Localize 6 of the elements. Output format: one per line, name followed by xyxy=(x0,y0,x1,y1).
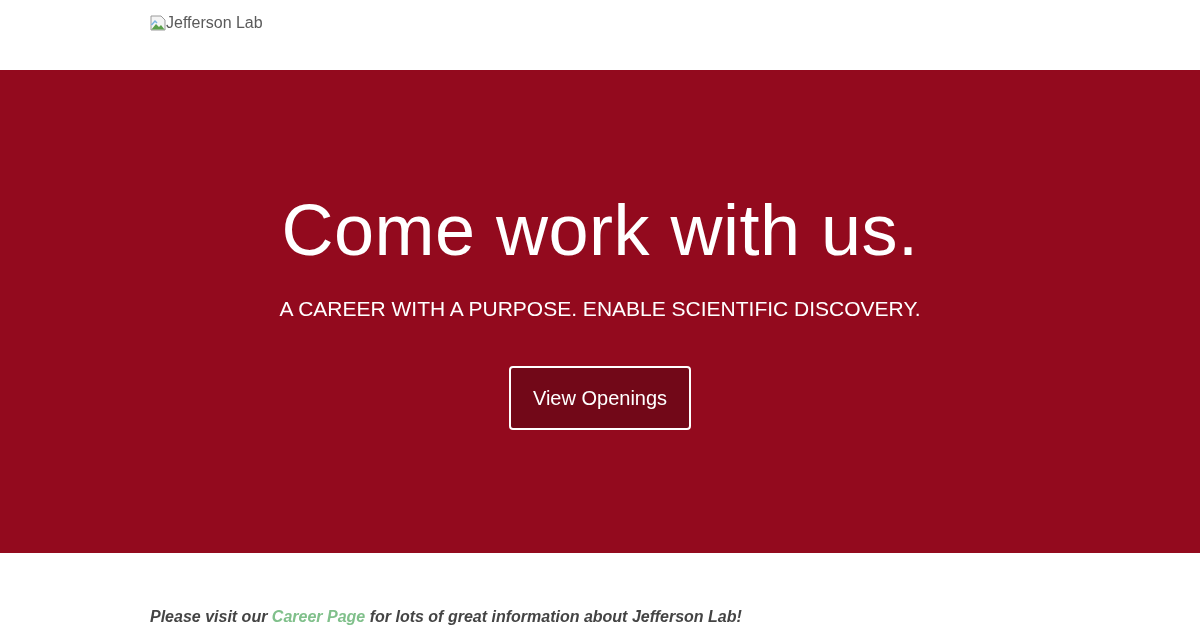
hero-subtitle: A CAREER WITH A PURPOSE. ENABLE SCIENTIFIC DISCOVERY. xyxy=(279,295,921,322)
intro-text: Please visit our Career Page for lots of great information about Jefferson Lab! xyxy=(150,607,743,627)
view-openings-button[interactable]: View Openings xyxy=(509,365,691,430)
hero-title: Come work with us. xyxy=(281,193,919,266)
broken-image-icon xyxy=(150,15,166,31)
logo-alt-text: Jefferson Lab xyxy=(166,13,263,33)
